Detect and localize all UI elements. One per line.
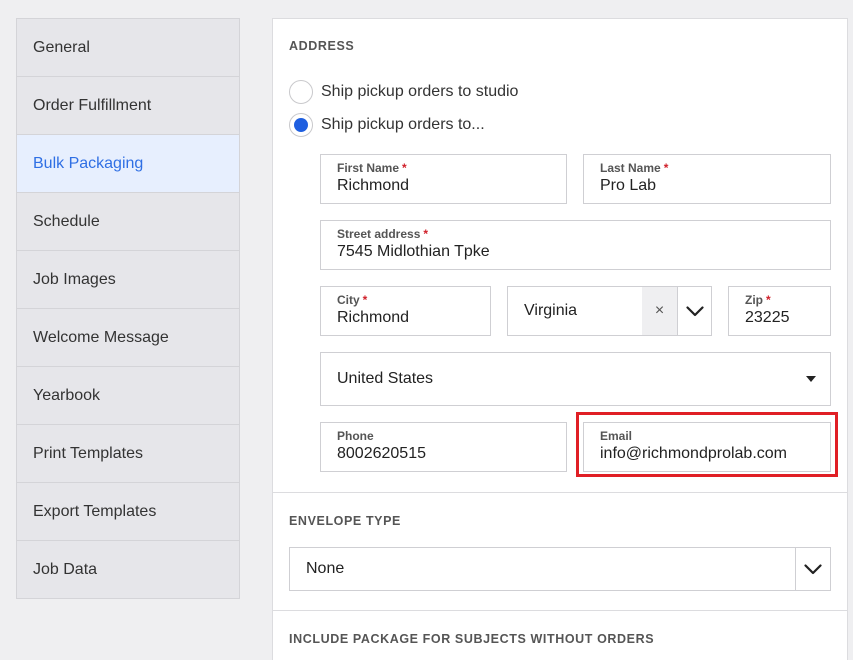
sidebar-item-general[interactable]: General bbox=[17, 19, 239, 77]
sidebar-item-job-data[interactable]: Job Data bbox=[17, 541, 239, 599]
city-label-text: City bbox=[337, 293, 360, 307]
required-marker: * bbox=[402, 161, 407, 175]
ship-to-studio-radio[interactable] bbox=[289, 80, 313, 104]
street-address-label-text: Street address bbox=[337, 227, 421, 241]
zip-label-text: Zip bbox=[745, 293, 763, 307]
address-section-title: ADDRESS bbox=[289, 39, 355, 53]
zip-field[interactable]: Zip * bbox=[728, 286, 831, 336]
first-name-label-text: First Name bbox=[337, 161, 400, 175]
street-address-input[interactable] bbox=[337, 243, 814, 261]
radio-selected-dot bbox=[294, 118, 308, 132]
required-marker: * bbox=[766, 293, 771, 307]
sidebar-item-schedule[interactable]: Schedule bbox=[17, 193, 239, 251]
sidebar-item-yearbook[interactable]: Yearbook bbox=[17, 367, 239, 425]
state-select[interactable]: Virginia × bbox=[507, 286, 712, 336]
sidebar-item-order-fulfillment[interactable]: Order Fulfillment bbox=[17, 77, 239, 135]
chevron-down-icon[interactable] bbox=[677, 287, 711, 335]
section-divider bbox=[273, 492, 847, 493]
sidebar-item-job-images[interactable]: Job Images bbox=[17, 251, 239, 309]
first-name-field[interactable]: First Name * bbox=[320, 154, 567, 204]
first-name-label: First Name * bbox=[337, 161, 550, 175]
phone-label: Phone bbox=[337, 429, 374, 443]
country-select[interactable]: United States bbox=[320, 352, 831, 406]
envelope-type-value: None bbox=[306, 560, 345, 577]
last-name-label-text: Last Name bbox=[600, 161, 661, 175]
street-address-field[interactable]: Street address * bbox=[320, 220, 831, 270]
email-input[interactable] bbox=[600, 445, 814, 463]
ship-to-custom-radio[interactable] bbox=[289, 113, 313, 137]
bulk-packaging-panel: ADDRESS Ship pickup orders to studio Shi… bbox=[272, 18, 848, 660]
include-package-title: INCLUDE PACKAGE FOR SUBJECTS WITHOUT ORD… bbox=[289, 632, 655, 646]
sidebar-item-bulk-packaging[interactable]: Bulk Packaging bbox=[17, 135, 239, 193]
settings-sidebar: General Order Fulfillment Bulk Packaging… bbox=[16, 18, 240, 599]
caret-down-icon[interactable] bbox=[806, 376, 816, 382]
city-field[interactable]: City * bbox=[320, 286, 491, 336]
last-name-field[interactable]: Last Name * bbox=[583, 154, 831, 204]
zip-label: Zip * bbox=[745, 293, 814, 307]
city-label: City * bbox=[337, 293, 474, 307]
state-select-value: Virginia bbox=[524, 302, 578, 319]
ship-to-studio-radio-row[interactable]: Ship pickup orders to studio bbox=[289, 80, 518, 104]
sidebar-item-print-templates[interactable]: Print Templates bbox=[17, 425, 239, 483]
chevron-down-icon[interactable] bbox=[795, 548, 830, 590]
ship-to-studio-label: Ship pickup orders to studio bbox=[321, 83, 519, 100]
phone-field[interactable]: Phone bbox=[320, 422, 567, 472]
envelope-type-select[interactable]: None bbox=[289, 547, 831, 591]
clear-icon[interactable]: × bbox=[642, 287, 677, 335]
phone-input[interactable] bbox=[337, 445, 550, 463]
first-name-input[interactable] bbox=[337, 177, 550, 195]
last-name-label: Last Name * bbox=[600, 161, 814, 175]
street-address-label: Street address * bbox=[337, 227, 814, 241]
required-marker: * bbox=[362, 293, 368, 307]
ship-to-custom-radio-row[interactable]: Ship pickup orders to... bbox=[289, 113, 485, 137]
email-label: Email bbox=[600, 429, 633, 443]
sidebar-item-export-templates[interactable]: Export Templates bbox=[17, 483, 239, 541]
sidebar-item-welcome-message[interactable]: Welcome Message bbox=[17, 309, 239, 367]
zip-input[interactable] bbox=[745, 309, 814, 327]
envelope-type-title: ENVELOPE TYPE bbox=[289, 514, 401, 528]
required-marker: * bbox=[423, 227, 429, 241]
last-name-input[interactable] bbox=[600, 177, 814, 195]
email-field[interactable]: Email bbox=[583, 422, 831, 472]
required-marker: * bbox=[663, 161, 669, 175]
ship-to-custom-label: Ship pickup orders to... bbox=[321, 116, 485, 133]
country-select-value: United States bbox=[337, 370, 434, 387]
section-divider bbox=[273, 610, 847, 611]
city-input[interactable] bbox=[337, 309, 474, 327]
